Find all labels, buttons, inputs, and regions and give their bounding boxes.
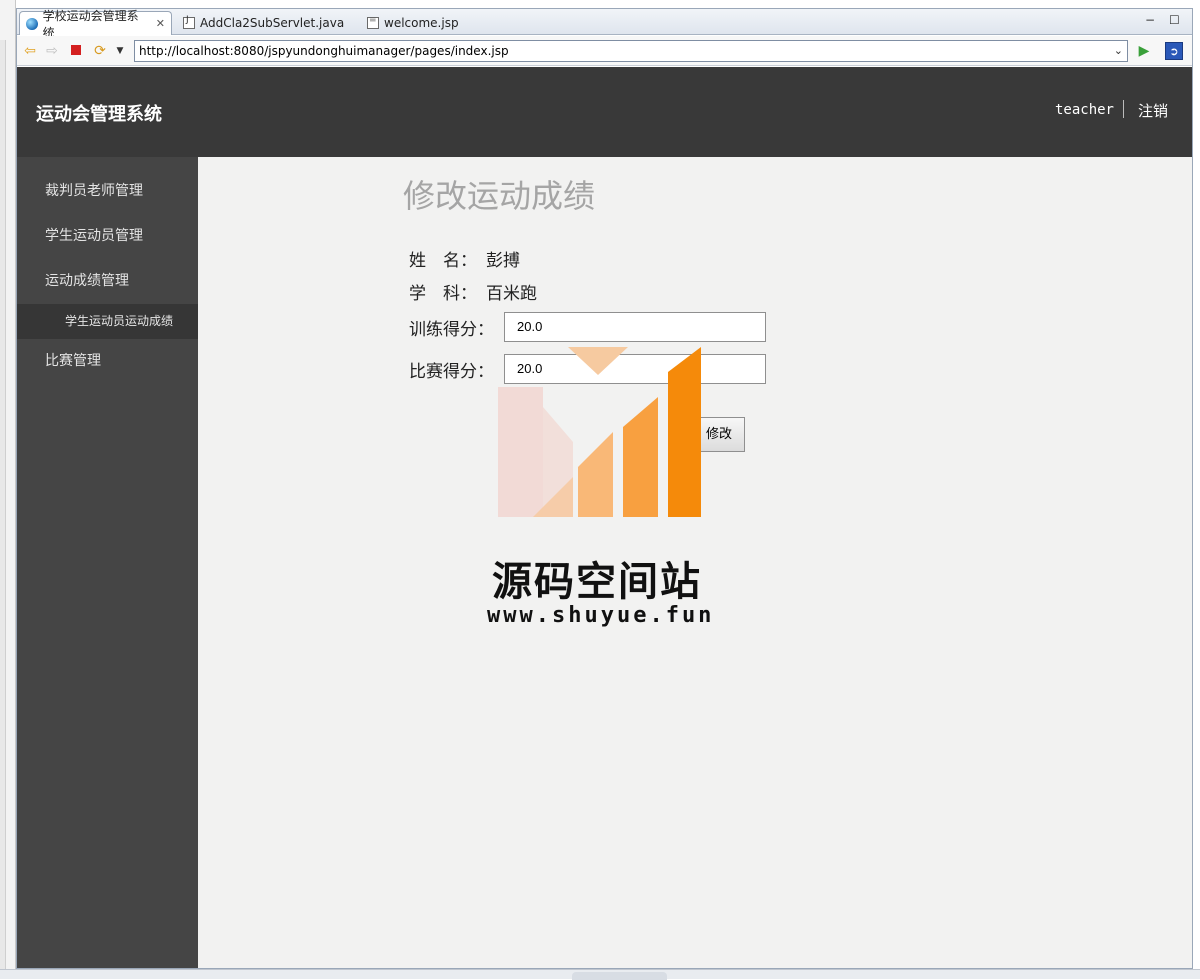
url-dropdown-icon[interactable]: ⌄ xyxy=(1114,41,1123,61)
url-text: http://localhost:8080/jspyundonghuimanag… xyxy=(139,44,509,58)
site-brand: 运动会管理系统 xyxy=(36,104,162,125)
sidebar-item-referee-teachers[interactable]: 裁判员老师管理 xyxy=(17,172,198,210)
close-tab-icon[interactable]: ✕ xyxy=(156,17,165,30)
name-label: 姓 名： xyxy=(409,251,477,271)
tab-java-file[interactable]: AddCla2SubServlet.java xyxy=(177,11,350,35)
sidebar-item-student-athletes[interactable]: 学生运动员管理 xyxy=(17,217,198,255)
sidebar-item-competitions[interactable]: 比赛管理 xyxy=(17,342,198,380)
globe-icon xyxy=(26,17,38,30)
maximize-icon[interactable]: ☐ xyxy=(1169,13,1180,27)
chevron-down-icon[interactable]: ▼ xyxy=(111,42,129,60)
subject-value: 百米跑 xyxy=(486,284,537,304)
logo-bar-3 xyxy=(578,432,613,517)
browser-menu-icon[interactable]: ➲ xyxy=(1165,42,1183,60)
forward-icon[interactable]: ⇨ xyxy=(43,42,61,60)
logout-link[interactable]: 注销 xyxy=(1138,100,1168,121)
sidebar-item-scores[interactable]: 运动成绩管理 xyxy=(17,262,198,300)
watermark-name: 源码空间站 xyxy=(492,559,702,605)
jsp-file-icon xyxy=(367,15,379,29)
logo-top-triangle xyxy=(568,347,628,375)
java-file-icon xyxy=(183,15,195,29)
address-bar: ⇦ ⇨ ⟳ ▼ http://localhost:8080/jspyundong… xyxy=(17,36,1192,66)
watermark-url: www.shuyue.fun xyxy=(487,603,715,628)
left-scroll-strip xyxy=(0,40,6,970)
sidebar-subitem-student-scores[interactable]: 学生运动员运动成绩 xyxy=(17,304,198,339)
tab-label: welcome.jsp xyxy=(384,16,459,30)
current-user-link[interactable]: teacher xyxy=(1055,102,1114,118)
minimize-icon[interactable]: − xyxy=(1145,13,1155,27)
url-input[interactable]: http://localhost:8080/jspyundonghuimanag… xyxy=(134,40,1128,62)
site-header: 运动会管理系统 teacher 注销 xyxy=(17,67,1192,157)
logo-bar-1 xyxy=(498,387,543,517)
web-page: 运动会管理系统 teacher 注销 裁判员老师管理 学生运动员管理 运动成绩管… xyxy=(17,67,1192,968)
tab-jsp-file[interactable]: welcome.jsp xyxy=(361,11,465,35)
sidebar: 裁判员老师管理 学生运动员管理 运动成绩管理 学生运动员运动成绩 比赛管理 xyxy=(17,157,198,968)
browser-window: 学校运动会管理系统 ✕ AddCla2SubServlet.java welco… xyxy=(16,8,1193,969)
logo-bar-4 xyxy=(623,397,658,517)
train-score-input[interactable]: 20.0 xyxy=(504,312,766,342)
match-score-label: 比赛得分： xyxy=(409,362,494,382)
subject-label: 学 科： xyxy=(409,284,477,304)
train-score-label: 训练得分： xyxy=(409,320,494,340)
name-value: 彭搏 xyxy=(486,251,520,271)
header-divider xyxy=(1123,100,1124,118)
main-content: 修改运动成绩 姓 名： 彭搏 学 科： 百米跑 训练得分： 20.0 比赛得分：… xyxy=(198,157,1192,968)
back-icon[interactable]: ⇦ xyxy=(21,42,39,60)
bottom-status-strip xyxy=(0,969,1200,980)
tab-bar: 学校运动会管理系统 ✕ AddCla2SubServlet.java welco… xyxy=(17,9,1192,40)
tab-main-page[interactable]: 学校运动会管理系统 ✕ xyxy=(19,9,172,40)
watermark-logo xyxy=(498,347,701,517)
stop-icon[interactable] xyxy=(67,42,85,60)
page-title: 修改运动成绩 xyxy=(403,177,596,215)
left-window-edge xyxy=(0,0,16,979)
logo-bar-5 xyxy=(668,347,701,517)
refresh-icon[interactable]: ⟳ xyxy=(91,42,109,60)
go-icon[interactable]: ▶ xyxy=(1135,42,1153,60)
tab-label: AddCla2SubServlet.java xyxy=(200,16,345,30)
